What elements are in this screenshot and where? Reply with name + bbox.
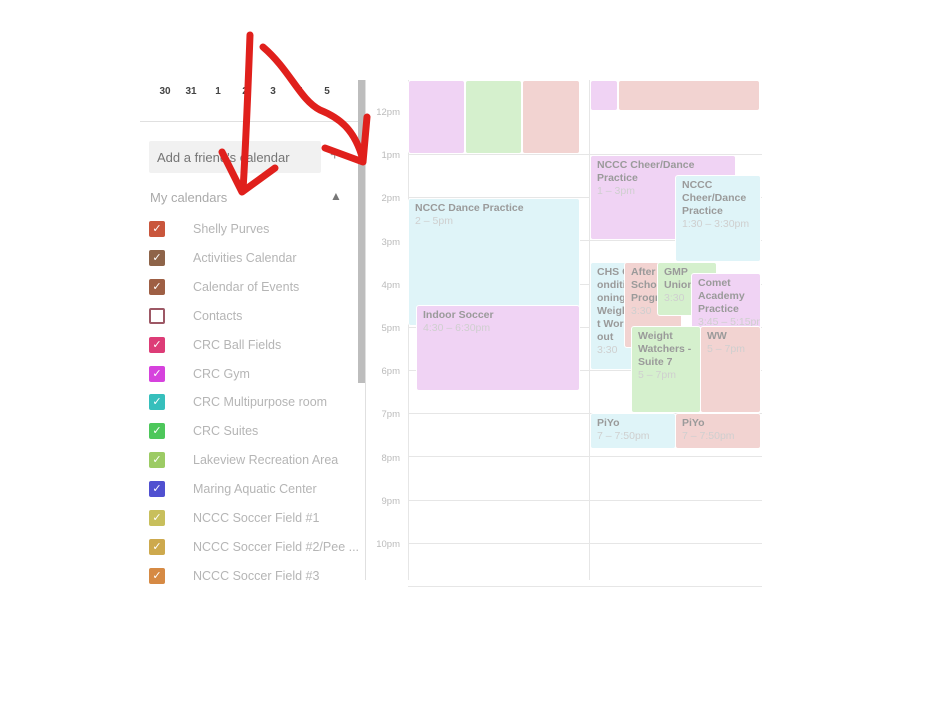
red-arrow-annotation: [218, 31, 371, 196]
down-arrow-head: [218, 148, 279, 196]
right-arrow-shaft: [259, 43, 367, 164]
down-arrow-shaft: [239, 31, 254, 194]
